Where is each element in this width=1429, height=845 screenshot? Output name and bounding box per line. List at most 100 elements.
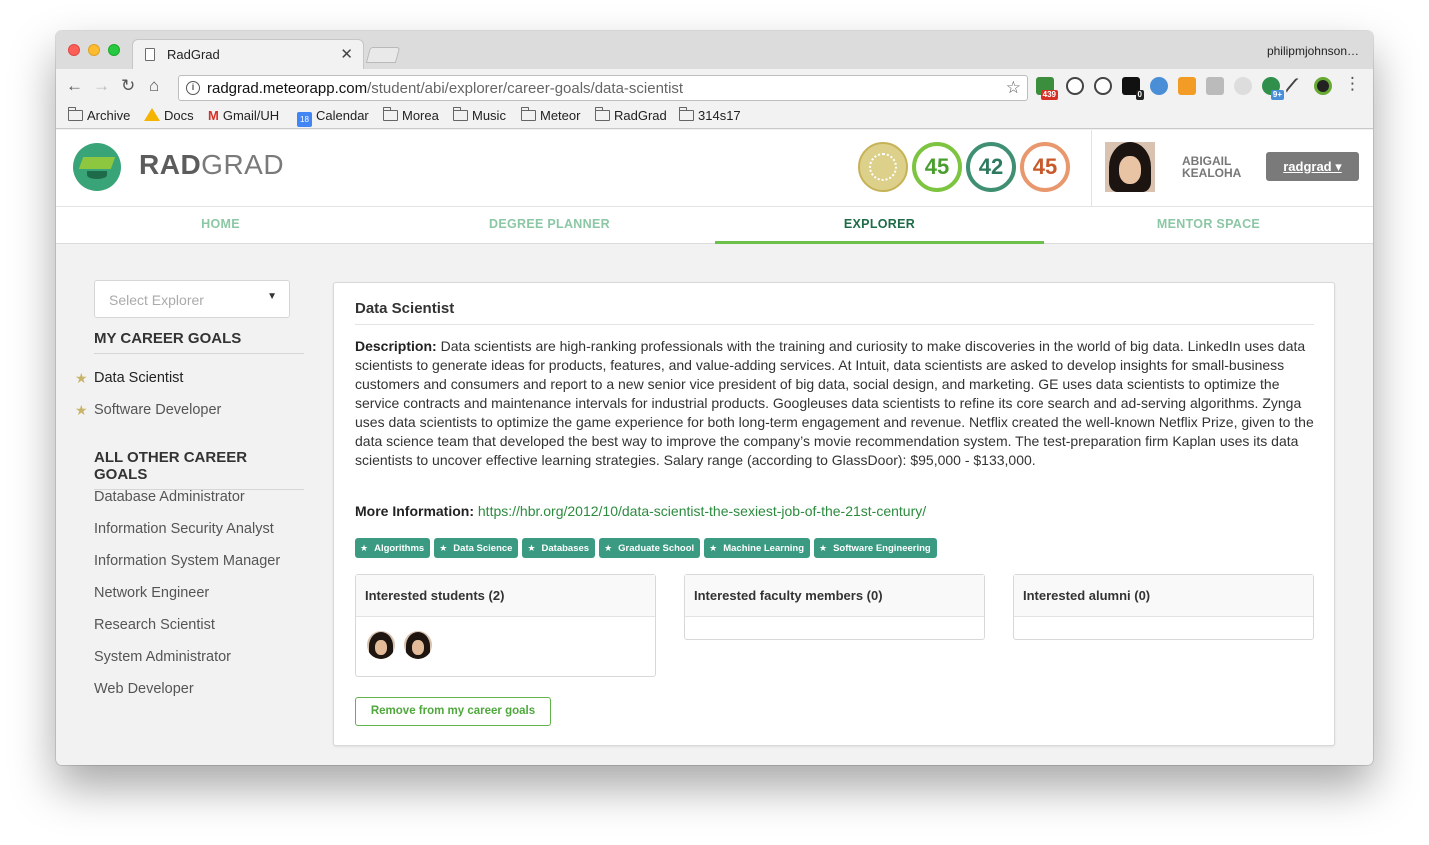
menu-icon[interactable]: ⋮ <box>1344 75 1361 93</box>
competency-score[interactable]: 42 <box>966 142 1016 192</box>
star-icon: ★ <box>819 543 828 553</box>
interested-students-panel: Interested students (2) <box>355 574 656 677</box>
forward-icon[interactable]: → <box>93 77 110 95</box>
tag-list: ★ Algorithms ★ Data Science ★ Databases ★ Gradu… <box>355 538 941 559</box>
cloud-extension-icon[interactable] <box>1234 77 1252 95</box>
bookmark-radgrad[interactable]: RadGrad <box>594 107 667 123</box>
goal-web-developer[interactable]: Web Developer <box>94 681 194 697</box>
camera-extension-icon[interactable] <box>1314 77 1332 95</box>
bookmark-meteor[interactable]: Meteor <box>520 107 580 123</box>
browser-window: RadGrad ✕ philipmjohnson… ← → ↻ ⌂ i radg… <box>56 31 1373 765</box>
student-avatar[interactable] <box>404 631 432 659</box>
innovation-score[interactable]: 45 <box>912 142 962 192</box>
description: Description: Data scientists are high-ra… <box>355 338 1314 468</box>
tag-software-engineering[interactable]: ★ Software Engineering <box>814 538 937 558</box>
explorer-select[interactable]: Select Explorer ▼ <box>94 280 290 318</box>
ice-medal-icon[interactable] <box>858 142 908 192</box>
drive-icon <box>144 108 160 121</box>
goal-database-administrator[interactable]: Database Administrator <box>94 489 245 505</box>
goal-research-scientist[interactable]: Research Scientist <box>94 617 215 633</box>
chevron-down-icon: ▼ <box>267 291 277 302</box>
close-tab-icon[interactable]: ✕ <box>340 45 353 63</box>
bookmark-314s17[interactable]: 314s17 <box>678 107 741 123</box>
radgrad-wordmark[interactable]: RADGRAD <box>139 149 284 181</box>
user-avatar <box>1105 142 1155 192</box>
tag-algorithms[interactable]: ★ Algorithms <box>355 538 431 558</box>
mail-extension-icon[interactable]: 439 <box>1036 77 1058 100</box>
remove-career-goal-button[interactable]: Remove from my career goals <box>355 697 551 726</box>
eyedropper-extension-icon[interactable] <box>1284 77 1302 95</box>
radgrad-app: RADGRAD 45 42 45 ABIGAIL KEALOHA radgrad … <box>56 130 1373 765</box>
bookmark-music[interactable]: Music <box>452 107 506 123</box>
folder-icon <box>594 107 610 121</box>
reload-icon[interactable]: ↻ <box>121 77 135 95</box>
nav-degree-planner[interactable]: DEGREE PLANNER <box>385 207 714 244</box>
student-avatar[interactable] <box>367 631 395 659</box>
tag-graduate-school[interactable]: ★ Graduate School <box>599 538 701 558</box>
interested-alumni-heading: Interested alumni (0) <box>1014 575 1313 617</box>
star-icon: ★ <box>75 402 88 418</box>
home-icon[interactable]: ⌂ <box>149 77 159 95</box>
minimize-window-button[interactable] <box>88 44 100 56</box>
password-extension-icon[interactable] <box>1094 77 1112 95</box>
folder-icon <box>520 107 536 121</box>
new-tab-button[interactable] <box>365 47 401 63</box>
tracker-extension-icon[interactable] <box>1150 77 1168 95</box>
star-icon: ★ <box>439 543 448 553</box>
pin-extension-icon[interactable]: 9+ <box>1262 77 1284 100</box>
star-icon: ★ <box>709 543 718 553</box>
goal-information-system-manager[interactable]: Information System Manager <box>94 553 280 569</box>
card-title: Data Scientist <box>355 300 1314 325</box>
profile-name[interactable]: philipmjohnson… <box>1267 44 1359 58</box>
back-icon[interactable]: ← <box>66 77 83 95</box>
bookmarks-bar: Archive Docs M Gmail/UH 18 Calendar Morea … <box>56 105 1373 129</box>
address-bar[interactable]: i radgrad.meteorapp.com/student/abi/expl… <box>178 75 1028 101</box>
bookmark-calendar[interactable]: 18 Calendar <box>297 108 369 127</box>
my-career-goals-heading: MY CAREER GOALS <box>94 330 304 354</box>
nav-explorer[interactable]: EXPLORER <box>715 207 1044 244</box>
gmail-icon: M <box>208 108 219 123</box>
interested-students-heading: Interested students (2) <box>356 575 655 617</box>
bookmark-gmail[interactable]: M Gmail/UH <box>208 108 279 123</box>
goal-system-administrator[interactable]: System Administrator <box>94 649 231 665</box>
bookmark-star-icon[interactable]: ☆ <box>1006 78 1021 98</box>
header-divider <box>1091 130 1092 206</box>
interested-faculty-heading: Interested faculty members (0) <box>685 575 984 617</box>
bookmark-morea[interactable]: Morea <box>382 107 439 123</box>
info-icon[interactable]: i <box>186 81 200 95</box>
more-info-link[interactable]: https://hbr.org/2012/10/data-scientist-t… <box>478 503 926 519</box>
browser-toolbar: ← → ↻ ⌂ i radgrad.meteorapp.com/student/… <box>56 69 1373 105</box>
experience-score[interactable]: 45 <box>1020 142 1070 192</box>
folder-icon <box>452 107 468 121</box>
my-goal-data-scientist[interactable]: Data Scientist <box>94 370 183 386</box>
analytics-extension-icon[interactable] <box>1178 77 1196 95</box>
jetbrains-extension-icon[interactable]: 0 <box>1122 77 1144 100</box>
user-menu-button[interactable]: radgrad ▾ <box>1266 152 1359 181</box>
tag-machine-learning[interactable]: ★ Machine Learning <box>704 538 810 558</box>
user-name: ABIGAIL KEALOHA <box>1182 154 1242 180</box>
tag-data-science[interactable]: ★ Data Science <box>434 538 519 558</box>
page-icon <box>145 48 155 61</box>
more-information: More Information: https://hbr.org/2012/1… <box>355 503 927 519</box>
nav-mentor-space[interactable]: MENTOR SPACE <box>1044 207 1373 244</box>
goal-network-engineer[interactable]: Network Engineer <box>94 585 209 601</box>
gear-extension-icon[interactable] <box>1206 77 1224 95</box>
goal-information-security-analyst[interactable]: Information Security Analyst <box>94 521 274 537</box>
my-goal-software-developer[interactable]: Software Developer <box>94 402 221 418</box>
nav-home[interactable]: HOME <box>56 207 385 244</box>
folder-icon <box>382 107 398 121</box>
career-goal-card: Data Scientist Description: Data scienti… <box>333 282 1335 746</box>
maximize-window-button[interactable] <box>108 44 120 56</box>
star-icon: ★ <box>75 370 88 386</box>
other-career-goals-heading: ALL OTHER CAREER GOALS <box>94 449 304 490</box>
sync-extension-icon[interactable] <box>1066 77 1084 95</box>
bookmark-archive[interactable]: Archive <box>67 107 130 123</box>
radgrad-logo-icon[interactable] <box>73 143 121 191</box>
bookmark-docs[interactable]: Docs <box>144 108 194 123</box>
browser-tab[interactable]: RadGrad ✕ <box>132 39 364 69</box>
url-text[interactable]: radgrad.meteorapp.com/student/abi/explor… <box>207 80 683 97</box>
close-window-button[interactable] <box>68 44 80 56</box>
star-icon: ★ <box>527 543 536 553</box>
tag-databases[interactable]: ★ Databases <box>522 538 596 558</box>
app-header: RADGRAD 45 42 45 ABIGAIL KEALOHA radgrad … <box>56 130 1373 206</box>
